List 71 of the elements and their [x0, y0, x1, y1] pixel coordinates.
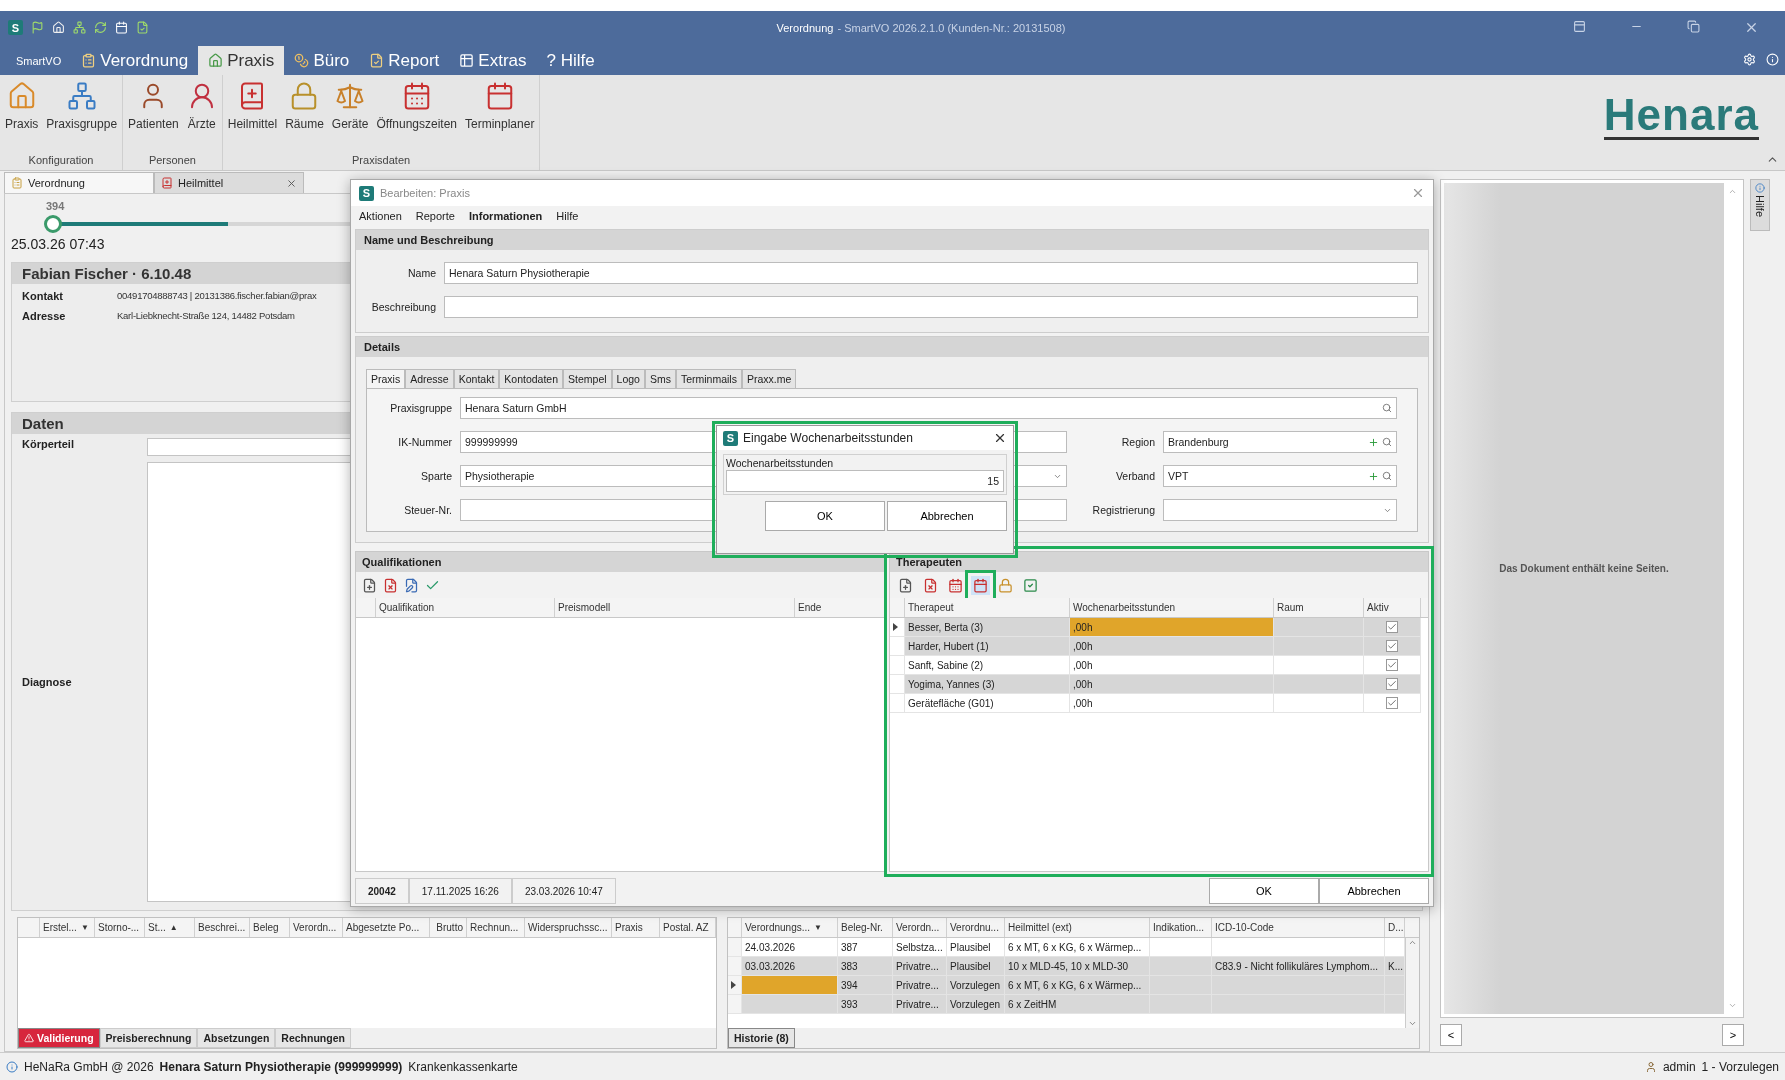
table-cell: Sanft, Sabine (2)	[905, 656, 1070, 675]
section-header: Name und Beschreibung	[356, 230, 1428, 250]
field-label: Name	[407, 267, 436, 279]
table-cell: 6 x MT, 6 x KG, 6 x Wärmep...	[1005, 938, 1150, 957]
table-cell: Selbstza...	[893, 938, 947, 957]
status-text: HeNaRa GmbH @ 2026	[24, 1059, 154, 1074]
created-date: 17.11.2025 16:26	[408, 878, 512, 904]
field-label: IK-Nummer	[397, 436, 452, 448]
timeline-label: 394	[46, 200, 65, 212]
section-header: Qualifikationen	[356, 552, 884, 572]
field-label: Sparte	[420, 470, 452, 482]
dialog-title: Eingabe Wochenarbeitsstunden	[743, 431, 913, 445]
table-cell: Privatre...	[893, 976, 947, 995]
table-cell: 387	[838, 938, 893, 957]
table-cell: 24.03.2026	[742, 938, 838, 957]
group-label: Konfiguration	[27, 154, 95, 168]
table-cell: 6 x MT, 6 x KG, 6 x Wärmep...	[1005, 976, 1150, 995]
user-name: admin	[1662, 1059, 1696, 1074]
field-value: 00491704888743 | 20131386.fischer.fabian@prax	[117, 290, 317, 302]
table-cell: Vorzulegen	[947, 995, 1005, 1014]
table-cell: 383	[838, 957, 893, 976]
field-label: Kontakt	[22, 290, 64, 302]
empty-message: Das Dokument enthält keine Seiten.	[1499, 563, 1669, 574]
status-text: 1 - Vorzulegen	[1701, 1059, 1779, 1074]
field-label: Region	[1120, 436, 1155, 448]
window-subtitle: - SmartVO 2026.2.1.0 (Kunden-Nr.: 20131508)	[837, 21, 1066, 34]
app-icon: S	[723, 430, 738, 446]
window-title: Verordnung	[776, 21, 834, 34]
table-cell: 393	[838, 995, 893, 1014]
app-icon: S	[359, 185, 374, 201]
field-label: Körperteil	[22, 438, 75, 450]
status-text: Henara Saturn Physiotherapie (999999999)	[159, 1059, 403, 1074]
table-cell: ,00h	[1070, 694, 1274, 713]
date-text: 25.03.26 07:43	[11, 236, 105, 252]
status-text: Krankenkassenkarte	[408, 1059, 518, 1074]
field-label: Adresse	[22, 310, 67, 322]
field-label: Registrierung	[1091, 504, 1155, 516]
table-cell: Gerätefläche (G01)	[905, 694, 1070, 713]
logo: Henara	[1603, 93, 1759, 140]
table-cell: Vorzulegen	[947, 976, 1005, 995]
table-cell: Privatre...	[893, 995, 947, 1014]
group-label: Personen	[147, 154, 197, 168]
field-label: Praxisgruppe	[389, 402, 452, 414]
field-label: Steuer-Nr.	[403, 504, 452, 516]
table-cell: 03.03.2026	[742, 957, 838, 976]
modified-date: 23.03.2026 10:47	[511, 878, 616, 904]
table-cell: 6 x ZeitHM	[1005, 995, 1150, 1014]
table-cell: 394	[838, 976, 893, 995]
field-label: Wochenarbeitsstunden	[726, 457, 835, 469]
record-id: 20042	[355, 878, 409, 904]
dialog-title: Bearbeiten: Praxis	[380, 187, 470, 199]
table-cell: ,00h	[1070, 675, 1274, 694]
field-label: Verband	[1114, 470, 1155, 482]
table-cell: ,00h	[1070, 637, 1274, 656]
table-cell: Privatre...	[893, 957, 947, 976]
table-cell: ,00h	[1070, 618, 1274, 637]
group-label: Praxisdaten	[351, 154, 412, 168]
field-value: Karl-Liebknecht-Straße 124, 14482 Potsdam	[117, 310, 295, 322]
table-cell: 10 x MLD-45, 10 x MLD-30	[1005, 957, 1150, 976]
field-label: Beschreibung	[370, 301, 436, 313]
section-header: Therapeuten	[890, 552, 1428, 572]
table-cell: Besser, Berta (3)	[905, 618, 1070, 637]
section-header: Details	[356, 337, 1428, 357]
table-cell: ,00h	[1070, 656, 1274, 675]
field-label: Diagnose	[22, 676, 73, 688]
table-cell: Plausibel	[947, 938, 1005, 957]
table-cell: C83.9 - Nicht follikuläres Lymphom...	[1212, 957, 1385, 976]
table-cell: Yogima, Yannes (3)	[905, 675, 1070, 694]
table-cell: Harder, Hubert (1)	[905, 637, 1070, 656]
table-cell: K...	[1385, 957, 1405, 976]
table-cell: Plausibel	[947, 957, 1005, 976]
